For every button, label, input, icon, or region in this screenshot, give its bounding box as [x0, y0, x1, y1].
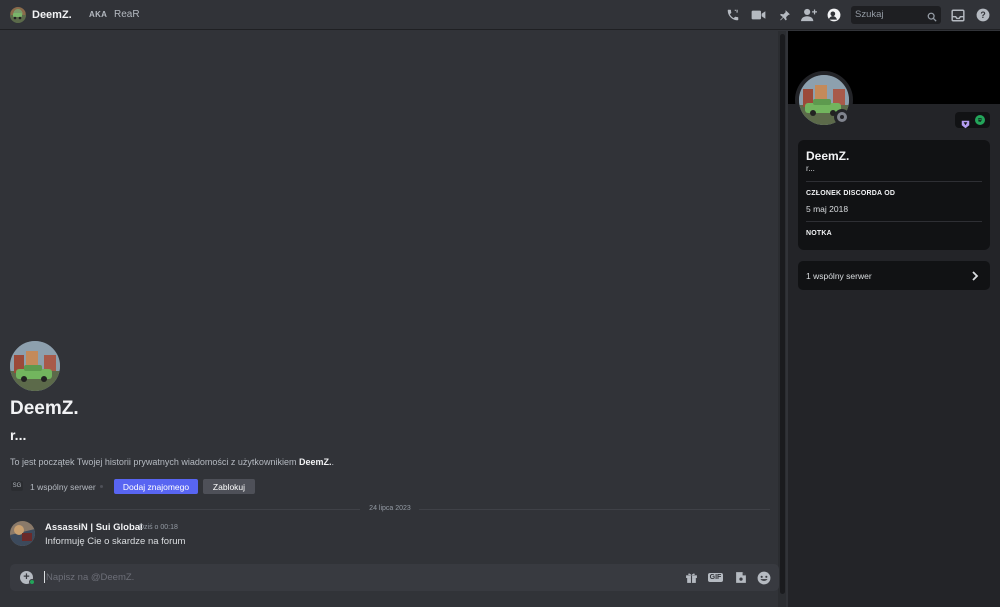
message-input[interactable]: Napisz na @DeemZ. [46, 572, 134, 583]
separator-dot [100, 485, 103, 488]
top-bar: DeemZ. AKA ReaR Szukaj ? [0, 0, 1000, 30]
scrollbar-thumb[interactable] [780, 34, 785, 594]
card-divider [806, 221, 982, 222]
status-inner [840, 115, 844, 119]
pin-icon[interactable] [776, 7, 792, 23]
message-content: Informuję Cie o skardze na forum [45, 536, 186, 547]
emoji-icon[interactable] [756, 570, 771, 585]
profile-badges [955, 112, 990, 128]
date-divider-line [419, 509, 770, 510]
upload-badge [29, 579, 35, 585]
search-icon [927, 9, 937, 27]
intro-description: To jest początek Twojej historii prywatn… [10, 457, 334, 467]
video-call-icon[interactable] [750, 7, 766, 23]
search-input[interactable]: Szukaj [851, 6, 941, 24]
date-divider-line [10, 509, 360, 510]
date-divider-label: 24 lipca 2023 [369, 505, 411, 512]
sticker-icon[interactable] [733, 570, 748, 585]
profile-status-text: r... [806, 164, 815, 173]
alias-name: ReaR [114, 9, 140, 20]
aka-label: AKA [89, 10, 108, 19]
card-divider [806, 181, 982, 182]
profile-username: DeemZ. [806, 149, 850, 163]
message-author[interactable]: AssassiN | Sui Global [45, 522, 143, 533]
message-avatar[interactable] [10, 521, 35, 546]
dm-avatar[interactable] [10, 7, 26, 23]
member-since-label: CZŁONEK DISCORDA OD [806, 190, 896, 197]
gift-icon[interactable] [684, 570, 699, 585]
gif-icon[interactable]: GIF [707, 570, 724, 585]
chevron-right-icon [970, 269, 980, 287]
voice-call-icon[interactable] [725, 7, 741, 23]
inbox-icon[interactable] [950, 7, 966, 23]
intro-avatar [10, 341, 60, 391]
add-friend-icon[interactable] [801, 7, 817, 23]
message-timestamp: Dziś o 00:18 [139, 524, 178, 531]
spotify-badge-icon[interactable] [974, 115, 985, 125]
mutual-servers-label: 1 wspólny serwer [806, 271, 872, 281]
help-icon[interactable]: ? [975, 7, 991, 23]
svg-text:?: ? [980, 10, 985, 20]
add-friend-button[interactable]: Dodaj znajomego [114, 479, 198, 494]
chat-area [0, 31, 780, 607]
text-caret [44, 571, 45, 583]
block-button[interactable]: Zablokuj [203, 479, 255, 494]
intro-description-name: DeemZ. [298, 457, 332, 467]
note-label[interactable]: NOTKA [806, 230, 832, 237]
user-profile-icon[interactable] [826, 7, 842, 23]
nitro-badge-icon[interactable] [961, 116, 970, 128]
dm-title: DeemZ. [32, 9, 72, 21]
mutual-servers-link[interactable]: 1 wspólny serwer [30, 482, 96, 492]
intro-username: DeemZ. [10, 398, 79, 419]
member-since-date: 5 maj 2018 [806, 204, 849, 214]
mutual-server-icon[interactable]: SG [11, 481, 23, 491]
intro-status-text: r... [10, 427, 27, 443]
